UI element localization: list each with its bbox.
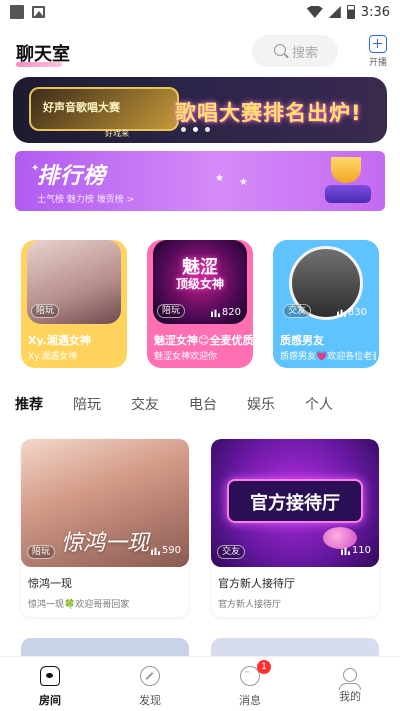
- room-card[interactable]: 惊鸿一现 陪玩 590 惊鸿一现 惊鸿一现🍀欢迎哥哥回家: [21, 439, 189, 617]
- ranking-title: 排行榜: [37, 164, 107, 189]
- search-icon: [274, 44, 286, 56]
- featured-room-card[interactable]: 交友 830 质感男友 质感男友💗欢迎各位老婆...: [273, 240, 379, 368]
- listener-count: 820: [210, 307, 241, 318]
- home-icon: [40, 666, 60, 686]
- nav-profile[interactable]: 我的: [300, 657, 400, 711]
- nav-discover[interactable]: 发现: [100, 657, 200, 711]
- room-card-peek[interactable]: [211, 638, 379, 658]
- banner-pagination: [181, 127, 210, 132]
- banner-event-text: 好声音歌唱大赛: [43, 101, 120, 114]
- nav-label: 我的: [339, 690, 361, 703]
- banner-dot[interactable]: [205, 127, 210, 132]
- featured-room-card[interactable]: 魅涩 顶级女神 陪玩 820 魅涩女神😊全麦优质 魅涩女神欢迎你: [147, 240, 253, 368]
- listener-count: 590: [150, 545, 181, 556]
- room-name: Xy.湘遇女神: [28, 334, 91, 347]
- status-time: 3:36: [360, 4, 390, 20]
- tab-recommend[interactable]: 推荐: [15, 394, 43, 416]
- tab-entertainment[interactable]: 娱乐: [247, 394, 275, 414]
- featured-room-card[interactable]: 陪玩 Xy.湘遇女神 Xy.湘遇女神: [21, 240, 127, 368]
- ranking-subtitle: 土气榜 魅力榜 壕贡榜 >: [37, 195, 135, 205]
- room-name: 惊鸿一现: [28, 577, 72, 590]
- star-icon: ★: [215, 173, 224, 184]
- status-bar: 3:36: [0, 0, 400, 24]
- tab-social[interactable]: 交友: [131, 394, 159, 414]
- banner-dot[interactable]: [181, 127, 186, 132]
- room-description: 惊鸿一现🍀欢迎哥哥回家: [28, 600, 130, 610]
- room-card[interactable]: 官方接待厅 交友 110 官方新人接待厅 官方新人接待厅: [211, 439, 379, 617]
- cover-title: 魅涩 顶级女神: [175, 257, 224, 291]
- page-title: 聊天室: [16, 44, 70, 65]
- star-icon: ★: [239, 177, 248, 188]
- room-tag: 交友: [217, 545, 246, 559]
- trophy-icon: [321, 157, 375, 205]
- image-notification-icon: [32, 6, 45, 18]
- audio-bars-icon: [336, 308, 346, 317]
- audio-bars-icon: [340, 546, 350, 555]
- cover-sign: 官方接待厅: [227, 479, 363, 523]
- room-name: 官方新人接待厅: [218, 577, 295, 590]
- room-name: 质感男友: [280, 334, 324, 347]
- promo-banner[interactable]: 好声音歌唱大赛 好戏来 歌唱大赛排名出炉!: [13, 77, 387, 143]
- room-tag: 交友: [283, 304, 312, 318]
- room-cover-image: 惊鸿一现 陪玩 590: [21, 439, 189, 567]
- room-tag: 陪玩: [157, 304, 186, 318]
- tab-radio[interactable]: 电台: [189, 394, 217, 414]
- room-name: 魅涩女神😊全麦优质: [154, 334, 253, 347]
- app-header: 聊天室 搜索 开播: [0, 32, 400, 74]
- listener-count: 110: [340, 545, 371, 556]
- profile-icon: [339, 668, 361, 690]
- discover-icon: [140, 666, 160, 686]
- cover-title: 惊鸿一现: [61, 531, 150, 556]
- listener-count: 830: [336, 307, 367, 318]
- room-cover-image: 魅涩 顶级女神 陪玩 820: [153, 240, 247, 324]
- banner-dot-active[interactable]: [193, 127, 198, 132]
- room-description: Xy.湘遇女神: [28, 352, 78, 362]
- star-icon: ✦: [31, 163, 40, 174]
- start-broadcast-button[interactable]: 开播: [364, 35, 392, 68]
- room-description: 官方新人接待厅: [218, 600, 282, 610]
- battery-icon: [346, 5, 355, 19]
- room-card-peek[interactable]: [21, 638, 189, 658]
- room-tag: 陪玩: [31, 304, 60, 318]
- bottom-navigation: 房间 发现 消息 我的: [0, 656, 400, 711]
- nav-label: 发现: [139, 694, 161, 707]
- room-cover-image: 陪玩: [27, 240, 121, 324]
- plus-square-icon: [369, 35, 387, 53]
- cover-title: 官方接待厅: [250, 493, 340, 514]
- nav-messages[interactable]: 消息: [200, 657, 300, 711]
- notification-square-icon: [10, 5, 24, 19]
- room-cover-image: 交友 830: [279, 240, 373, 324]
- banner-event-sub: 好戏来: [105, 129, 129, 138]
- start-broadcast-label: 开播: [368, 58, 387, 68]
- room-tag: 陪玩: [27, 545, 56, 559]
- room-description: 魅涩女神欢迎你: [154, 352, 218, 362]
- audio-bars-icon: [210, 308, 220, 317]
- ranking-banner[interactable]: 排行榜 土气榜 魅力榜 壕贡榜 > ✦ ★ ★: [15, 151, 385, 211]
- unread-badge: 1: [257, 660, 271, 674]
- tab-personal[interactable]: 个人: [305, 394, 333, 414]
- wifi-icon: [306, 6, 323, 18]
- search-placeholder: 搜索: [292, 45, 319, 61]
- nav-label: 消息: [239, 694, 261, 707]
- room-cover-image: 官方接待厅 交友 110: [211, 439, 379, 567]
- audio-bars-icon: [150, 546, 160, 555]
- search-input[interactable]: 搜索: [252, 35, 338, 67]
- cellular-signal-icon: [328, 6, 341, 18]
- nav-rooms[interactable]: 房间: [0, 657, 100, 711]
- room-description: 质感男友💗欢迎各位老婆...: [280, 352, 376, 362]
- tab-companion[interactable]: 陪玩: [73, 394, 101, 414]
- nav-label: 房间: [39, 694, 61, 707]
- banner-title: 歌唱大赛排名出炉!: [175, 101, 362, 125]
- category-tabs: 推荐 陪玩 交友 电台 娱乐 个人: [15, 394, 363, 416]
